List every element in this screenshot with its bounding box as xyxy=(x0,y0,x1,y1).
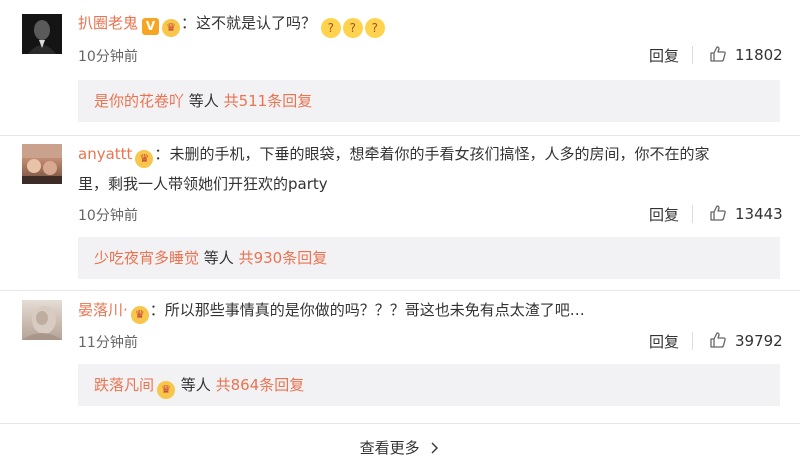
crown-icon: ♛ xyxy=(135,150,154,168)
confused-emoji-icon: ? xyxy=(320,18,341,38)
verified-badge-icon: V xyxy=(142,18,160,35)
colon: ： xyxy=(181,14,197,32)
divider xyxy=(0,423,800,424)
avatar[interactable] xyxy=(22,144,62,184)
sub-reply-count[interactable]: 共930条回复 xyxy=(239,249,328,267)
reply-button[interactable]: 回复 xyxy=(649,331,679,352)
like-button[interactable]: 13443 xyxy=(709,204,783,223)
see-more-button[interactable]: 查看更多 xyxy=(0,437,800,458)
like-count: 13443 xyxy=(735,205,783,223)
confused-emoji-icon: ? xyxy=(364,18,385,38)
like-button[interactable]: 11802 xyxy=(709,45,783,64)
username[interactable]: anyattt xyxy=(78,145,132,163)
timestamp: 10分钟前 xyxy=(78,208,138,224)
sub-reply-count[interactable]: 共511条回复 xyxy=(224,92,313,110)
crown-icon: ♛ xyxy=(157,381,176,399)
like-count: 11802 xyxy=(735,46,783,64)
confused-emoji-icon: ? xyxy=(342,18,363,38)
crown-icon: ♛ xyxy=(130,306,149,324)
crown-icon: ♛ xyxy=(162,19,181,37)
reply-button[interactable]: 回复 xyxy=(649,45,679,66)
sub-reply-etc: 等人 xyxy=(203,249,234,267)
see-more-label: 查看更多 xyxy=(359,439,420,457)
sub-reply-user[interactable]: 跌落凡间 xyxy=(94,376,154,394)
avatar[interactable] xyxy=(22,14,62,54)
reply-button[interactable]: 回复 xyxy=(649,204,679,225)
thumbs-up-icon xyxy=(710,205,726,221)
divider xyxy=(692,332,693,350)
thumbs-up-icon xyxy=(710,46,726,62)
like-button[interactable]: 39792 xyxy=(709,331,783,350)
divider xyxy=(692,205,693,223)
like-count: 39792 xyxy=(735,332,783,350)
comment-line: 晏落川· ♛ ：所以那些事情真的是你做的吗？？？哥这也未免有点太渣了吧… xyxy=(78,297,585,324)
sub-reply-user[interactable]: 少吃夜宵多睡觉 xyxy=(94,249,199,267)
username[interactable]: 扒圈老鬼 xyxy=(78,14,138,32)
sub-replies-box[interactable]: 是你的花卷吖 等人 共511条回复 xyxy=(78,80,780,122)
sub-replies-box[interactable]: 少吃夜宵多睡觉 等人 共930条回复 xyxy=(78,237,780,279)
colon: ： xyxy=(149,301,165,319)
comment-text-line-1: 未删的手机，下垂的眼袋，想牵着你的手看女孩们搞怪，人多的房间，你不在的家 xyxy=(169,145,710,163)
divider xyxy=(0,290,800,291)
comment-text: 所以那些事情真的是你做的吗？？？哥这也未免有点太渣了吧… xyxy=(164,301,585,319)
sub-reply-etc: 等人 xyxy=(180,376,211,394)
comment-text-line-2: 里，剩我一人带领她们开狂欢的party xyxy=(78,175,328,193)
timestamp: 11分钟前 xyxy=(78,335,138,351)
thumbs-up-icon xyxy=(710,332,726,348)
colon: ： xyxy=(154,145,170,163)
chevron-right-icon xyxy=(431,442,439,454)
sub-replies-box[interactable]: 跌落凡间 ♛ 等人 共864条回复 xyxy=(78,364,780,406)
username[interactable]: 晏落川· xyxy=(78,301,128,319)
sub-reply-count[interactable]: 共864条回复 xyxy=(216,376,305,394)
divider xyxy=(692,46,693,64)
sub-reply-user[interactable]: 是你的花卷吖 xyxy=(94,92,184,110)
divider xyxy=(0,135,800,136)
comment-line: 扒圈老鬼 V ♛ ：这不就是认了吗？ ??? xyxy=(78,10,387,38)
sub-reply-etc: 等人 xyxy=(188,92,219,110)
comment-line: anyattt ♛ ：未删的手机，下垂的眼袋，想牵着你的手看女孩们搞怪，人多的房间，… xyxy=(78,141,709,168)
comment-text: 这不就是认了吗？ xyxy=(196,14,317,32)
avatar[interactable] xyxy=(22,300,62,340)
timestamp: 10分钟前 xyxy=(78,49,138,65)
